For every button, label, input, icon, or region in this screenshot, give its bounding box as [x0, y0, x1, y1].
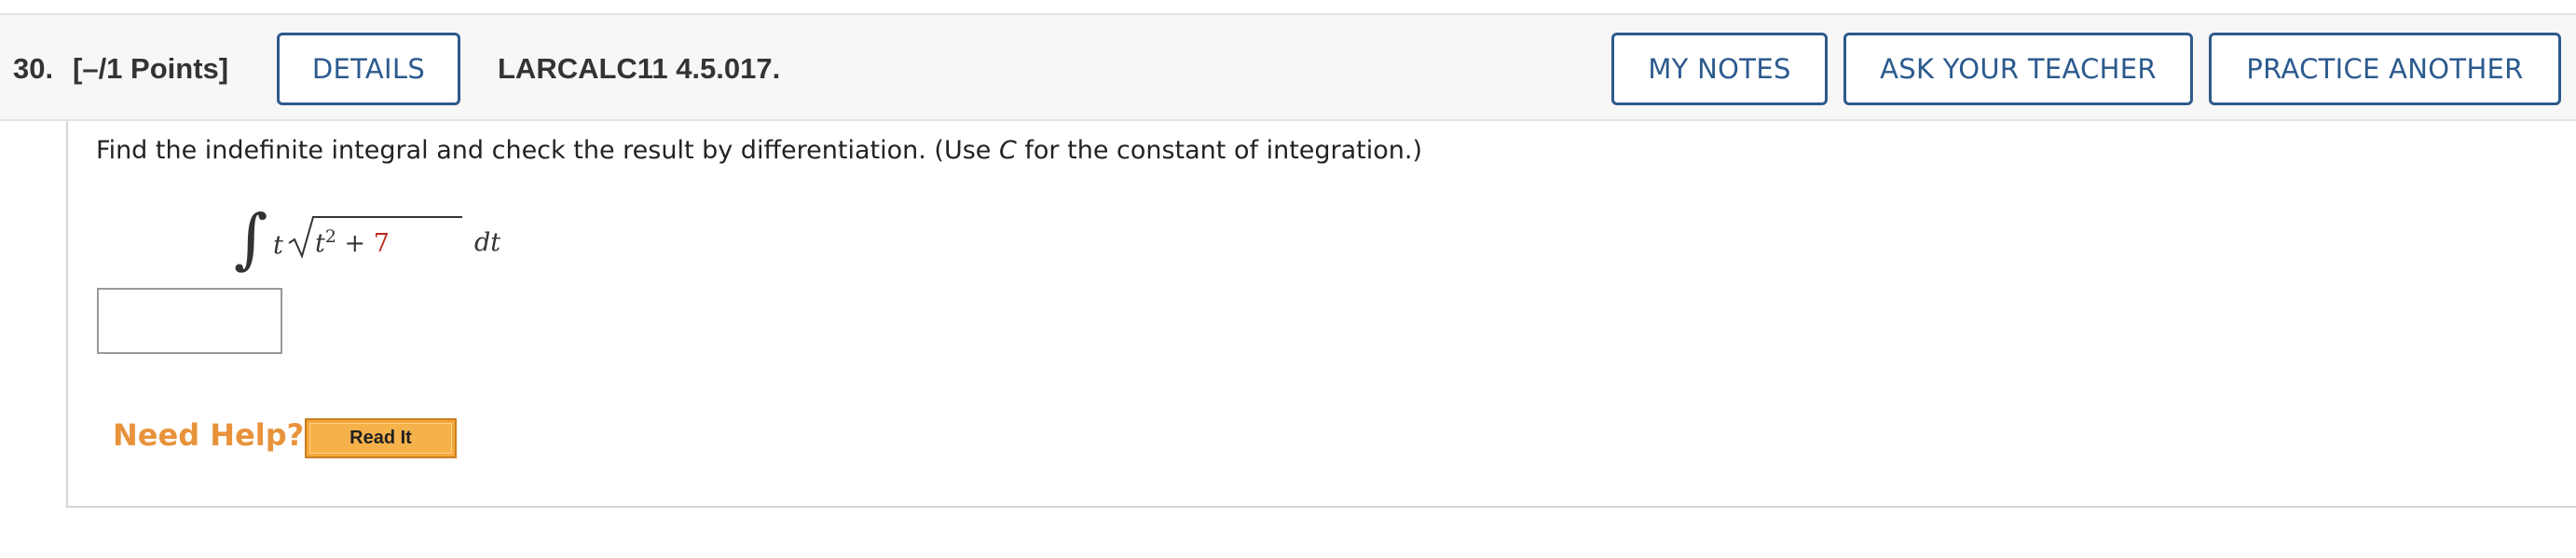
details-button[interactable]: DETAILS — [277, 33, 460, 105]
differential: dt — [474, 228, 501, 257]
square-root: t2 + 7 — [287, 214, 464, 261]
prompt-text-start: Find the indefinite integral and check t… — [96, 136, 999, 165]
question-number: 30. — [13, 52, 54, 85]
my-notes-button[interactable]: MY NOTES — [1611, 33, 1828, 105]
prompt-constant-variable: C — [998, 136, 1017, 165]
radicand-base: t — [315, 229, 325, 258]
practice-another-button[interactable]: PRACTICE ANOTHER — [2209, 33, 2561, 105]
radicand: t2 + 7 — [315, 226, 390, 258]
radicand-exponent: 2 — [324, 226, 336, 247]
radicand-constant: 7 — [373, 229, 390, 258]
question-points: [–/1 Points] — [73, 52, 229, 85]
ask-your-teacher-button[interactable]: ASK YOUR TEACHER — [1843, 33, 2193, 105]
prompt-text-end: for the constant of integration.) — [1016, 136, 1423, 165]
radicand-operator: + — [336, 229, 374, 258]
question-code: LARCALC11 4.5.017. — [498, 52, 781, 85]
question-prompt: Find the indefinite integral and check t… — [96, 136, 1422, 165]
integrand-factor: t — [273, 231, 283, 260]
question-header: 30. [–/1 Points] DETAILS LARCALC11 4.5.0… — [0, 13, 2576, 121]
read-it-label: Read It — [309, 423, 452, 454]
need-help-label: Need Help? — [113, 417, 305, 453]
integral-symbol: ∫ — [234, 200, 268, 277]
read-it-button[interactable]: Read It — [305, 418, 457, 458]
answer-input[interactable] — [97, 288, 282, 354]
question-body: Find the indefinite integral and check t… — [66, 121, 2576, 508]
integral-expression: ∫ t t2 + 7 dt — [234, 197, 569, 291]
